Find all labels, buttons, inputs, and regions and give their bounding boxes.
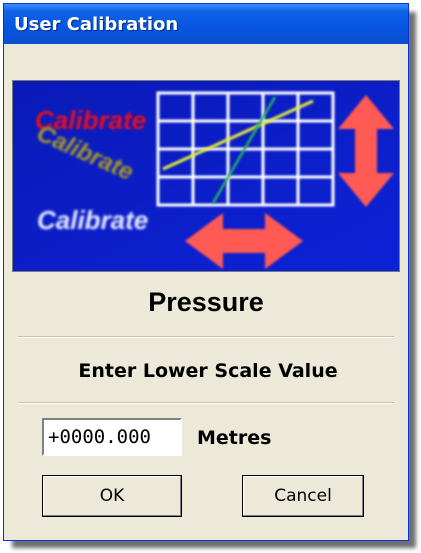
unit-label: Metres	[197, 427, 272, 449]
cancel-button[interactable]: Cancel	[242, 475, 364, 517]
scale-value-input[interactable]	[42, 418, 182, 456]
calibrate-word-white: Calibrate	[37, 205, 148, 235]
measurement-heading: Pressure	[148, 287, 264, 317]
separator-top	[18, 336, 394, 338]
title-bar[interactable]: User Calibration	[4, 4, 408, 44]
separator-bottom	[18, 402, 394, 404]
calibration-banner: Calibrate Calibrate Calibrate	[12, 80, 400, 272]
window-title: User Calibration	[14, 13, 179, 35]
calibration-illustration: Calibrate Calibrate Calibrate	[13, 81, 399, 271]
ok-button[interactable]: OK	[42, 475, 182, 517]
calibration-dialog: User Calibration Calibrate Calibrate Cal…	[3, 3, 409, 541]
instruction-text: Enter Lower Scale Value	[78, 360, 338, 382]
